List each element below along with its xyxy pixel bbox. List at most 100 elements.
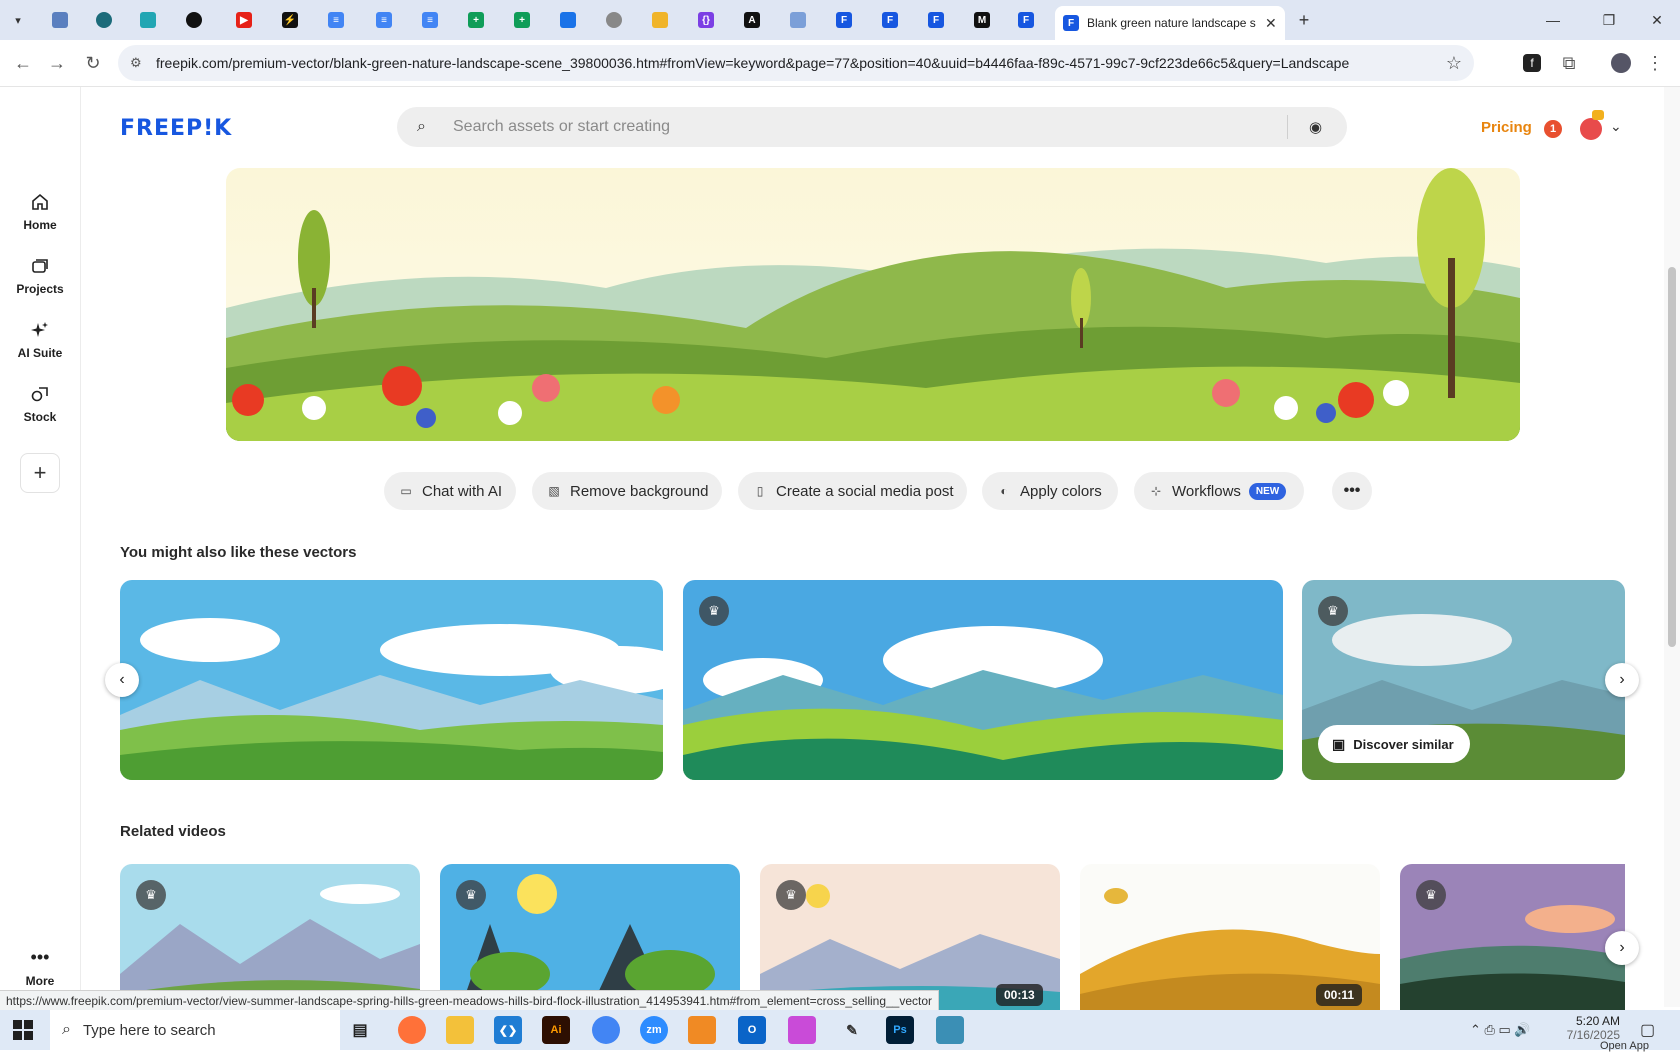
- videos-next-button[interactable]: ›: [1605, 931, 1639, 965]
- tab-pinned[interactable]: ≡: [372, 8, 396, 32]
- chat-with-ai-button[interactable]: ▭ Chat with AI: [384, 472, 516, 510]
- add-button[interactable]: +: [20, 453, 60, 493]
- more-actions-button[interactable]: •••: [1332, 472, 1372, 510]
- code-icon: {}: [698, 12, 714, 28]
- vector-thumbnail: [683, 580, 1283, 780]
- taskbar-clock[interactable]: 5:20 AM 7/16/2025: [1560, 1014, 1620, 1042]
- reload-button[interactable]: ↻: [80, 50, 106, 76]
- chevron-down-icon: ▾: [15, 14, 21, 27]
- discover-similar-button[interactable]: ▣ Discover similar: [1318, 725, 1470, 763]
- remove-background-button[interactable]: ▧ Remove background: [532, 472, 722, 510]
- tab-pinned[interactable]: [786, 8, 810, 32]
- back-button[interactable]: ←: [10, 50, 36, 76]
- pen-tool-icon[interactable]: ✎: [838, 1016, 866, 1044]
- video-card[interactable]: ♛: [1400, 864, 1625, 1010]
- user-avatar[interactable]: [1580, 118, 1602, 140]
- tab-search-dropdown[interactable]: ▾: [6, 8, 30, 32]
- tab-pinned[interactable]: ≡: [324, 8, 348, 32]
- windows-start-button[interactable]: [12, 1019, 34, 1041]
- close-icon[interactable]: ✕: [1265, 15, 1277, 32]
- app-icon[interactable]: [936, 1016, 964, 1044]
- tab-pinned[interactable]: F: [1014, 8, 1038, 32]
- tab-pinned[interactable]: ⚡: [278, 8, 302, 32]
- sidebar-item-more[interactable]: ••• More: [0, 947, 80, 988]
- freepik-logo[interactable]: FREEP!K: [120, 116, 232, 141]
- restore-button[interactable]: ❐: [1586, 8, 1632, 32]
- app-icon[interactable]: [688, 1016, 716, 1044]
- tab-pinned[interactable]: [92, 8, 116, 32]
- tab-pinned[interactable]: A: [740, 8, 764, 32]
- sidebar-item-ai-suite[interactable]: AI Suite: [0, 320, 80, 360]
- workflows-button[interactable]: ⊹ Workflows NEW: [1134, 472, 1304, 510]
- taskbar-search-input[interactable]: Type here to search: [83, 1022, 216, 1039]
- url-text: freepik.com/premium-vector/blank-green-n…: [156, 55, 1350, 71]
- file-explorer-icon[interactable]: [446, 1016, 474, 1044]
- vector-card[interactable]: [120, 580, 663, 780]
- site-settings-icon[interactable]: ⚙: [130, 55, 142, 71]
- video-card[interactable]: 00:11: [1080, 864, 1380, 1010]
- tab-active[interactable]: F Blank green nature landscape s ✕: [1055, 6, 1285, 40]
- tab-pinned[interactable]: +: [464, 8, 488, 32]
- carousel-next-button[interactable]: ›: [1605, 663, 1639, 697]
- extension-button[interactable]: f: [1519, 50, 1545, 76]
- tab-pinned[interactable]: [648, 8, 672, 32]
- tab-pinned[interactable]: M: [970, 8, 994, 32]
- extensions-menu-button[interactable]: ⧉: [1556, 50, 1582, 76]
- vscode-icon[interactable]: ❮❯: [494, 1016, 522, 1044]
- task-view-icon[interactable]: ▤: [346, 1016, 374, 1044]
- create-social-post-button[interactable]: ▯ Create a social media post: [738, 472, 967, 510]
- vector-card[interactable]: ♛: [683, 580, 1283, 780]
- search-input[interactable]: Search assets or start creating: [453, 118, 670, 136]
- video-card[interactable]: ♛: [120, 864, 420, 1010]
- tab-favicon-icon: [652, 12, 668, 28]
- chip-label: Remove background: [570, 482, 709, 500]
- tab-pinned[interactable]: ▶: [232, 8, 256, 32]
- palette-icon: ◐: [1000, 484, 1008, 498]
- tab-pinned[interactable]: F: [924, 8, 948, 32]
- taskbar-search[interactable]: ⌕ Type here to search: [50, 1010, 340, 1050]
- tab-pinned[interactable]: ≡: [418, 8, 442, 32]
- notification-center-icon[interactable]: ▢: [1640, 1020, 1655, 1040]
- outlook-icon[interactable]: O: [738, 1016, 766, 1044]
- firefox-icon[interactable]: [398, 1016, 426, 1044]
- illustrator-icon[interactable]: Ai: [542, 1016, 570, 1044]
- sidebar-item-stock[interactable]: Stock: [0, 384, 80, 424]
- tab-pinned[interactable]: {}: [694, 8, 718, 32]
- zoom-icon[interactable]: zm: [640, 1016, 668, 1044]
- page-scrollbar[interactable]: [1664, 87, 1680, 1007]
- notification-badge[interactable]: 1: [1544, 120, 1562, 138]
- tab-pinned[interactable]: +: [510, 8, 534, 32]
- video-card[interactable]: ♛: [440, 864, 740, 1010]
- search-bar[interactable]: ⌕ Search assets or start creating ◉: [397, 107, 1347, 147]
- tab-pinned[interactable]: [136, 8, 160, 32]
- chevron-down-icon[interactable]: ⌄: [1610, 118, 1622, 135]
- photoshop-icon[interactable]: Ps: [886, 1016, 914, 1044]
- system-tray-icons[interactable]: ⌃ ⎙ ▭ 🔊: [1470, 1022, 1531, 1038]
- chrome-icon[interactable]: [592, 1016, 620, 1044]
- section-title: You might also like these vectors: [120, 544, 357, 561]
- main-preview-image[interactable]: [226, 168, 1520, 441]
- tab-pinned[interactable]: F: [878, 8, 902, 32]
- apply-colors-button[interactable]: ◐ Apply colors: [982, 472, 1118, 510]
- carousel-prev-button[interactable]: ‹: [105, 663, 139, 697]
- sidebar-item-projects[interactable]: Projects: [0, 256, 80, 296]
- minimize-button[interactable]: —: [1530, 8, 1576, 32]
- tab-pinned[interactable]: F: [832, 8, 856, 32]
- creative-cloud-icon[interactable]: [788, 1016, 816, 1044]
- close-window-button[interactable]: ✕: [1634, 8, 1680, 32]
- tab-pinned[interactable]: [602, 8, 626, 32]
- profile-button[interactable]: [1608, 50, 1634, 76]
- forward-button[interactable]: →: [44, 50, 70, 76]
- scrollbar-thumb[interactable]: [1668, 267, 1676, 647]
- star-icon[interactable]: ☆: [1446, 53, 1462, 74]
- new-tab-button[interactable]: +: [1292, 8, 1316, 32]
- tab-pinned[interactable]: [556, 8, 580, 32]
- browser-menu-button[interactable]: ⋮: [1642, 50, 1668, 76]
- tab-pinned[interactable]: [48, 8, 72, 32]
- camera-icon[interactable]: ◉: [1309, 118, 1322, 136]
- tab-pinned[interactable]: [182, 8, 206, 32]
- pricing-link[interactable]: Pricing: [1481, 119, 1532, 136]
- video-card[interactable]: ♛ 00:13: [760, 864, 1060, 1010]
- address-bar[interactable]: ⚙ freepik.com/premium-vector/blank-green…: [118, 45, 1474, 81]
- sidebar-item-home[interactable]: Home: [0, 192, 80, 232]
